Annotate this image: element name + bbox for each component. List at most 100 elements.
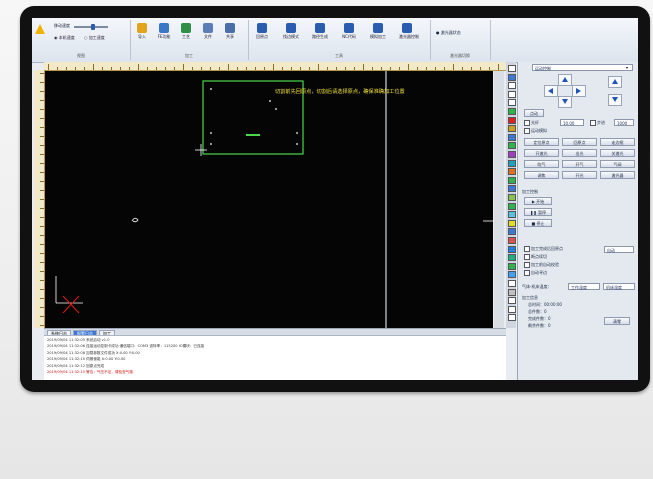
work-temp-select[interactable]: 工作温度 — [568, 283, 600, 290]
file-button[interactable]: 文件 — [200, 23, 216, 40]
drawing-canvas[interactable]: 切割前先回原点，切割后请选择原点，确保准确加工位置 — [45, 71, 493, 328]
layer-swatch[interactable] — [508, 288, 516, 296]
layer-swatch[interactable] — [508, 125, 516, 133]
layer-swatch[interactable] — [508, 219, 516, 227]
panel-action-button[interactable]: 开气 — [562, 160, 597, 168]
jog-up-button[interactable] — [558, 74, 572, 86]
panel-action-button[interactable]: 走边框 — [600, 138, 635, 146]
layer-swatch[interactable] — [508, 211, 516, 219]
ruler-tick — [102, 67, 103, 70]
laser-button-label: 激光器控制 — [399, 34, 419, 39]
nc-button[interactable]: NC代码 — [341, 23, 357, 40]
jog-mode-button[interactable]: 点动 — [524, 109, 544, 117]
layer-swatch[interactable] — [508, 280, 516, 287]
ruler-tick — [399, 67, 400, 70]
layer-swatch[interactable] — [508, 65, 516, 72]
gas-label: 气体-机床温度： — [522, 284, 552, 289]
jog-down-button[interactable] — [558, 96, 572, 108]
ruler-tick — [408, 64, 409, 70]
laser-button[interactable]: 激光器控制 — [399, 23, 419, 40]
layer-swatch[interactable] — [508, 202, 516, 210]
panel-action-label: 回原点 — [573, 140, 586, 145]
layer-swatch[interactable] — [508, 133, 516, 141]
path-button[interactable]: 路径生成 — [312, 23, 328, 40]
log-line: 2019/09/04 11:32:10 伺服使能 X:0.00 Y:0.00 — [47, 357, 126, 362]
jog-left-button[interactable] — [544, 85, 558, 97]
log-line: 2019/09/04 11:32:06 连接运动控制卡成功 通信端口：COM3 … — [47, 344, 205, 349]
layer-swatch[interactable] — [508, 254, 516, 262]
start-button[interactable]: ▶ 开始 — [524, 197, 552, 205]
ruler-tick — [444, 67, 445, 70]
z-down-button[interactable] — [608, 94, 622, 106]
step-checkbox[interactable]: 步进 — [590, 120, 605, 126]
sim-button[interactable]: 模拟加工 — [370, 23, 386, 40]
ruler-tick — [93, 64, 94, 70]
layer-swatch[interactable] — [508, 245, 516, 253]
panel-action-button[interactable]: 回原点 — [562, 138, 597, 146]
arrow-down-icon — [612, 97, 618, 102]
panel-action-button[interactable]: 吹气 — [524, 160, 559, 168]
layer-swatch[interactable] — [508, 194, 516, 201]
panel-action-button[interactable]: 关激光 — [600, 149, 635, 157]
panel-action-button[interactable]: 开光 — [562, 171, 597, 179]
layer-swatch[interactable] — [508, 228, 516, 236]
small-curve-shape[interactable] — [131, 217, 139, 223]
return-origin-button[interactable]: 回原点 — [254, 23, 270, 40]
ruler-tick — [40, 253, 44, 254]
panel-action-button[interactable]: 出光 — [562, 149, 597, 157]
layer-swatch[interactable] — [508, 99, 516, 107]
layer-swatch[interactable] — [508, 82, 516, 90]
panel-action-button[interactable]: 开激光 — [524, 149, 559, 157]
layer-swatch[interactable] — [508, 314, 516, 322]
craft-button[interactable]: 工艺 — [178, 23, 194, 40]
layer-swatch[interactable] — [508, 159, 516, 167]
panel-action-button[interactable]: 激光器 — [600, 171, 635, 179]
layer-swatch[interactable] — [508, 185, 516, 193]
panel-action-button[interactable]: 调焦 — [524, 171, 559, 179]
mode-combo[interactable]: 运动控制 — [532, 64, 633, 71]
layer-swatch[interactable] — [508, 237, 516, 244]
fiber-checkbox[interactable]: 光纤 — [524, 120, 539, 126]
process-option-checkbox[interactable]: 自动寻边 — [524, 270, 547, 276]
layer-swatch[interactable] — [508, 168, 516, 176]
layer-swatch[interactable] — [508, 151, 516, 158]
speed-input[interactable]: 1000 — [614, 119, 634, 126]
feature-button[interactable]: FE功能 — [156, 23, 172, 40]
log-line: 2019/09/04 11:32:15 警告：气压不足，请检查气路 — [47, 370, 133, 374]
layer-swatch[interactable] — [508, 305, 516, 313]
checkbox-box — [524, 246, 530, 252]
layer-swatch[interactable] — [508, 176, 516, 184]
layer-swatch[interactable] — [508, 116, 516, 124]
jog-right-button[interactable] — [572, 85, 586, 97]
machine-temp-select[interactable]: 机床温度 — [603, 283, 635, 290]
pause-button[interactable]: ❚❚ 暂停 — [524, 208, 552, 216]
layer-swatch[interactable] — [508, 73, 516, 81]
group-draw-caption: 工具 — [335, 53, 343, 58]
panel-action-button[interactable]: 气阀 — [600, 160, 635, 168]
import-button[interactable]: 导入 — [134, 23, 150, 40]
run-mode-select[interactable]: 自动 — [604, 246, 634, 253]
find-edge-button[interactable]: 找边模式 — [283, 23, 299, 40]
ruler-tick — [129, 67, 130, 70]
step-input[interactable]: 10.00 — [560, 119, 584, 126]
process-option-checkbox[interactable]: 加工前自动校验 — [524, 262, 559, 268]
process-option-checkbox[interactable]: 断点续切 — [524, 254, 547, 260]
z-up-button[interactable] — [608, 76, 622, 88]
layer-swatch[interactable] — [508, 142, 516, 150]
info-line: 完成件数：0 — [528, 316, 551, 321]
stop-button[interactable]: ■ 停止 — [524, 219, 552, 227]
layer-swatch[interactable] — [508, 108, 516, 115]
fiber-checkbox-label: 光纤 — [531, 120, 539, 125]
canvas-vertical-scrollbar[interactable] — [494, 71, 504, 328]
layer-swatch[interactable] — [508, 90, 516, 98]
layer-swatch[interactable] — [508, 297, 516, 305]
simulate-checkbox[interactable]: 运动模拟 — [524, 128, 547, 134]
reset-counter-button[interactable]: 清零 — [604, 317, 630, 325]
log-line: 2019/09/04 11:32:08 加载参数文件成功 X:0.00 Y:0.… — [47, 350, 140, 355]
chevron-down-icon[interactable]: ▾ — [626, 65, 628, 70]
layer-swatch[interactable] — [508, 271, 516, 279]
panel-action-button[interactable]: 定位原点 — [524, 138, 559, 146]
layer-swatch[interactable] — [508, 262, 516, 270]
process-option-checkbox[interactable]: 加工完成后回原点 — [524, 246, 563, 252]
share-button[interactable]: 共享 — [222, 23, 238, 40]
